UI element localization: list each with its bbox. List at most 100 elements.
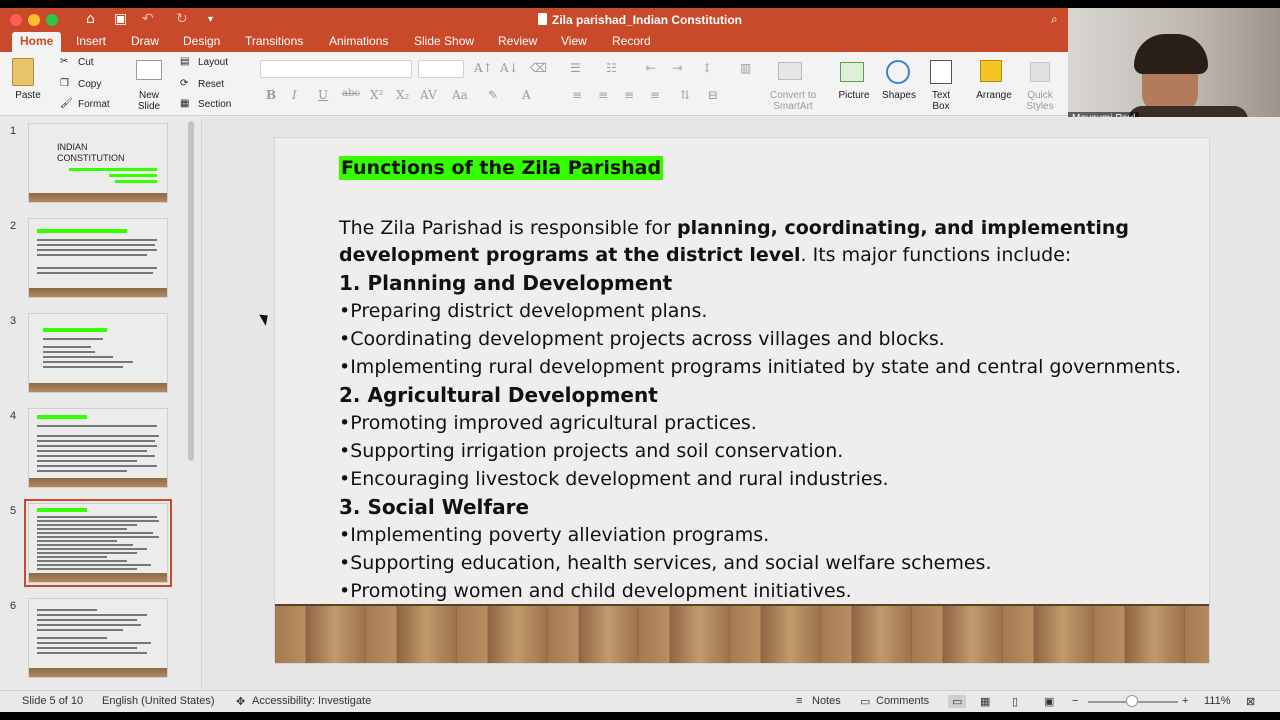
paste-icon[interactable]	[12, 58, 34, 86]
shapes-button[interactable]: Shapes	[878, 90, 920, 101]
slide-thumbnail-2[interactable]	[28, 218, 168, 298]
zoom-slider-thumb[interactable]	[1126, 695, 1138, 707]
language-status[interactable]: English (United States)	[102, 695, 215, 707]
subscript-icon[interactable]: X₂	[396, 88, 409, 102]
tab-insert[interactable]: Insert	[76, 34, 106, 48]
increase-font-icon[interactable]: A↑	[474, 61, 493, 75]
slideshow-view-icon[interactable]: ▣	[1044, 695, 1054, 708]
slide-thumbnail-1[interactable]: INDIAN CONSTITUTION	[28, 123, 168, 203]
new-slide-label-2[interactable]: Slide	[134, 101, 164, 112]
slide-sorter-icon[interactable]: ▦	[980, 695, 990, 708]
heading-agriculture[interactable]: 2. Agricultural Development	[339, 381, 658, 409]
copy-button[interactable]: Copy	[78, 79, 101, 90]
maximize-window-button[interactable]	[46, 14, 58, 26]
font-name-combo[interactable]	[260, 60, 412, 78]
tab-design[interactable]: Design	[183, 34, 220, 48]
slide-5[interactable]: Functions of the Zila Parishad The Zila …	[274, 137, 1210, 664]
tab-draw[interactable]: Draw	[131, 34, 159, 48]
bullets-icon[interactable]: ☰	[570, 61, 581, 75]
slide-thumbnail-3[interactable]	[28, 313, 168, 393]
slide-thumbnail-6[interactable]	[28, 598, 168, 678]
tab-animations[interactable]: Animations	[329, 34, 388, 48]
superscript-icon[interactable]: X²	[370, 88, 383, 102]
slide-title[interactable]: Functions of the Zila Parishad	[339, 156, 664, 180]
slide-intro-line-1[interactable]: The Zila Parishad is responsible for pla…	[339, 214, 1129, 242]
clear-formatting-icon[interactable]: ⌫	[530, 61, 547, 75]
cut-icon[interactable]: ✂	[60, 56, 68, 67]
arrange-button[interactable]: Arrange	[972, 90, 1016, 101]
bullet-item[interactable]: •Implementing rural development programs…	[339, 353, 1181, 381]
tab-view[interactable]: View	[561, 34, 587, 48]
customize-toolbar-icon[interactable]: ▾	[208, 14, 213, 25]
highlight-icon[interactable]: ✎	[488, 88, 498, 102]
thumbnails-scrollbar[interactable]	[188, 121, 194, 461]
tab-transitions[interactable]: Transitions	[245, 34, 303, 48]
notes-button[interactable]: Notes	[812, 695, 841, 707]
textbox-label-2[interactable]: Box	[926, 101, 956, 112]
align-right-icon[interactable]: ≡	[624, 88, 634, 102]
decrease-font-icon[interactable]: A↓	[500, 61, 519, 75]
tab-home[interactable]: Home	[12, 32, 62, 52]
bullet-item[interactable]: •Promoting women and child development i…	[339, 577, 852, 605]
change-case-icon[interactable]: Aa	[452, 88, 468, 102]
character-spacing-icon[interactable]: AV	[420, 88, 437, 102]
bullet-item[interactable]: •Promoting improved agricultural practic…	[339, 409, 757, 437]
justify-icon[interactable]: ≡	[650, 88, 660, 102]
heading-planning[interactable]: 1. Planning and Development	[339, 269, 672, 297]
tab-record[interactable]: Record	[612, 34, 651, 48]
quick-styles-label-2[interactable]: Styles	[1022, 101, 1058, 112]
undo-icon[interactable]: ↶	[142, 11, 154, 27]
copy-icon[interactable]: ❐	[60, 78, 69, 89]
quick-styles-label-1[interactable]: Quick	[1022, 90, 1058, 101]
convert-smartart-label-2[interactable]: SmartArt	[762, 101, 824, 112]
zoom-out-icon[interactable]: −	[1072, 695, 1078, 707]
comments-icon[interactable]: ▭	[860, 695, 870, 708]
align-center-icon[interactable]: ≡	[598, 88, 608, 102]
zoom-level[interactable]: 111%	[1204, 695, 1231, 707]
picture-button[interactable]: Picture	[834, 90, 874, 101]
increase-indent-icon[interactable]: ⇥	[672, 61, 682, 75]
comments-button[interactable]: Comments	[876, 695, 929, 707]
decrease-indent-icon[interactable]: ⇤	[646, 61, 656, 75]
cut-button[interactable]: Cut	[78, 57, 94, 68]
reset-button[interactable]: Reset	[198, 79, 224, 90]
strikethrough-icon[interactable]: abc	[342, 88, 360, 99]
slide-thumbnail-4[interactable]	[28, 408, 168, 488]
shapes-icon[interactable]	[886, 60, 910, 84]
align-left-icon[interactable]: ≡	[572, 88, 582, 102]
accessibility-icon[interactable]: ✥	[236, 695, 245, 708]
fit-to-window-icon[interactable]: ⊠	[1246, 695, 1255, 708]
textbox-icon[interactable]	[930, 60, 952, 84]
line-spacing-icon[interactable]: ↕	[702, 61, 712, 75]
underline-icon[interactable]: U	[318, 88, 328, 102]
convert-smartart-label-1[interactable]: Convert to	[762, 90, 824, 101]
picture-icon[interactable]	[840, 62, 864, 82]
new-slide-label-1[interactable]: New	[134, 90, 164, 101]
notes-icon[interactable]: ≡	[796, 695, 802, 707]
text-direction-icon[interactable]: ⇅	[680, 88, 690, 102]
font-color-icon[interactable]: A	[522, 88, 531, 102]
textbox-label-1[interactable]: Text	[926, 90, 956, 101]
tab-slide-show[interactable]: Slide Show	[414, 34, 474, 48]
align-text-icon[interactable]: ⊟	[708, 88, 718, 102]
bold-icon[interactable]: B	[266, 88, 276, 102]
reset-icon[interactable]: ⟳	[180, 78, 188, 89]
bullet-item[interactable]: •Encouraging livestock development and r…	[339, 465, 889, 493]
section-button[interactable]: Section	[198, 99, 231, 110]
save-icon[interactable]: ▣	[114, 11, 127, 27]
bullet-item[interactable]: •Coordinating development projects acros…	[339, 325, 945, 353]
section-icon[interactable]: ▦	[180, 98, 189, 109]
reading-view-icon[interactable]: ▯	[1012, 695, 1018, 708]
paste-button[interactable]: Paste	[10, 90, 46, 101]
close-window-button[interactable]	[10, 14, 22, 26]
accessibility-status[interactable]: Accessibility: Investigate	[252, 695, 371, 707]
layout-button[interactable]: Layout	[198, 57, 228, 68]
format-painter-button[interactable]: Format	[78, 99, 110, 110]
format-painter-icon[interactable]: 🖌	[60, 98, 73, 109]
normal-view-icon[interactable]: ▭	[948, 695, 967, 708]
bullet-item[interactable]: •Supporting irrigation projects and soil…	[339, 437, 843, 465]
numbering-icon[interactable]: ☷	[606, 61, 617, 75]
tab-review[interactable]: Review	[498, 34, 537, 48]
arrange-icon[interactable]	[980, 60, 1002, 82]
minimize-window-button[interactable]	[28, 14, 40, 26]
